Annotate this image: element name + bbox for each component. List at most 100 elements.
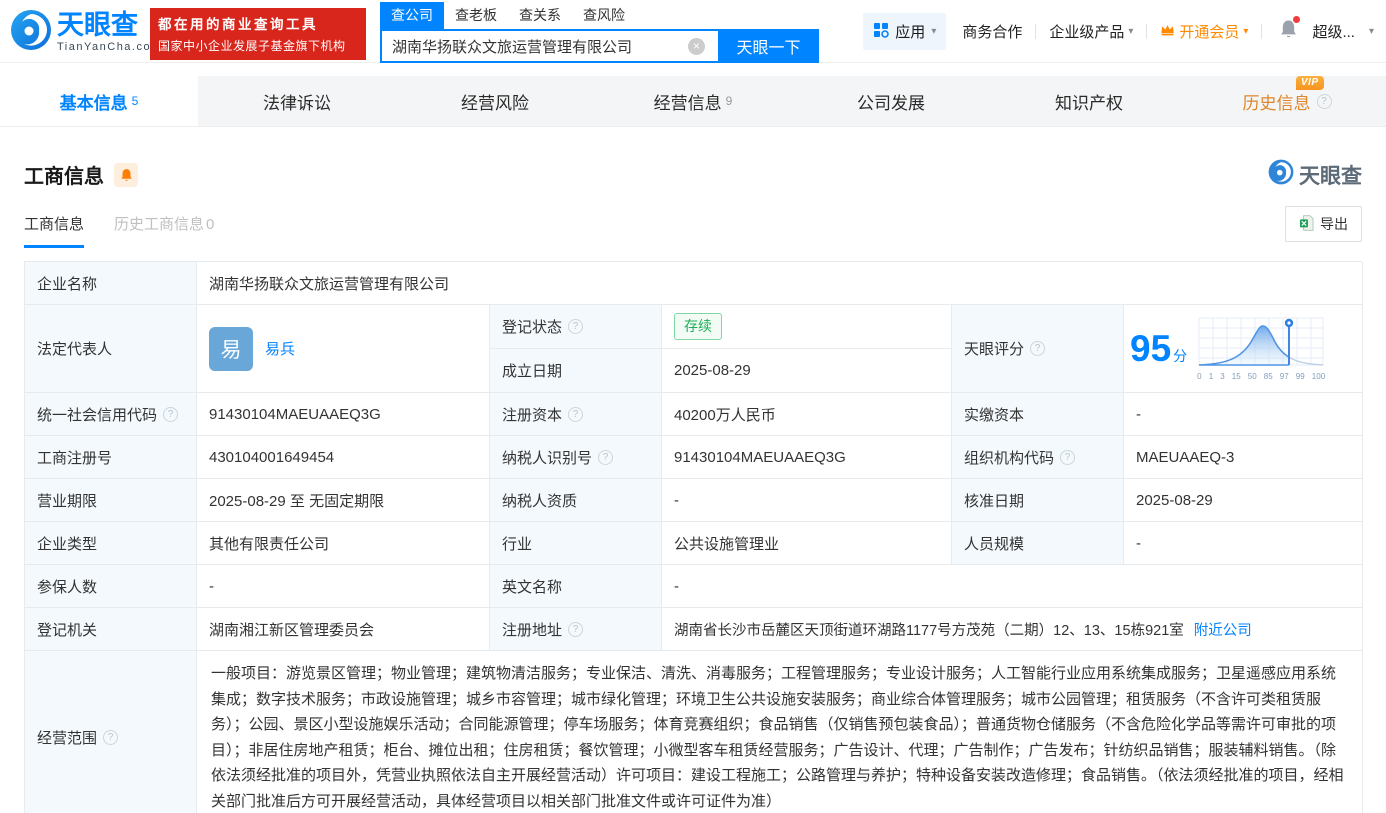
score-distribution-chart: 0 1 3 15 50 85 97 99 100 xyxy=(1197,316,1325,381)
chevron-down-icon: ▾ xyxy=(1368,26,1374,37)
excel-icon xyxy=(1299,214,1314,234)
notification-bell-icon[interactable] xyxy=(1279,16,1301,44)
top-header: 天眼查 TianYanCha.com 都在用的商业查询工具 国家中小企业发展子基… xyxy=(0,0,1386,63)
address-cell: 湖南省长沙市岳麓区天顶街道环湖路1177号方茂苑（二期）12、13、15栋921… xyxy=(662,608,1363,651)
field-label: 营业期限 xyxy=(25,479,197,522)
reg-number-value: 430104001649454 xyxy=(197,436,490,479)
registration-info-table: 企业名称 湖南华扬联众文旅运营管理有限公司 法定代表人 易 易兵 登记状态? 存… xyxy=(24,261,1363,813)
logo-domain: TianYanCha.com xyxy=(57,41,162,53)
field-label: 注册地址? xyxy=(490,608,662,651)
search-button[interactable]: 天眼一下 xyxy=(718,29,819,63)
status-badge: 存续 xyxy=(674,313,722,340)
tab-business-info[interactable]: 经营信息 9 xyxy=(594,76,792,126)
tab-intellectual-property[interactable]: 知识产权 xyxy=(990,76,1188,126)
field-label: 工商注册号 xyxy=(25,436,197,479)
legal-rep-cell: 易 易兵 xyxy=(197,305,490,393)
insured-value: - xyxy=(197,565,490,608)
crown-icon xyxy=(1160,23,1175,40)
tab-history-info[interactable]: 历史信息 VIP ? xyxy=(1188,75,1386,126)
paid-capital-value: - xyxy=(1124,393,1363,436)
brand-slogan: 都在用的商业查询工具 国家中小企业发展子基金旗下机构 xyxy=(150,8,366,60)
help-icon[interactable]: ? xyxy=(568,406,584,422)
menu-open-vip[interactable]: 开通会员 ▾ xyxy=(1160,21,1248,42)
help-icon[interactable]: ? xyxy=(568,621,584,637)
help-icon[interactable]: ? xyxy=(163,406,179,422)
export-button[interactable]: 导出 xyxy=(1285,206,1362,242)
vip-badge: VIP xyxy=(1295,75,1324,90)
search-tab-boss[interactable]: 查老板 xyxy=(444,2,508,29)
tab-company-development[interactable]: 公司发展 xyxy=(792,76,990,126)
help-icon[interactable]: ? xyxy=(103,730,119,745)
watermark-text: 天眼查 xyxy=(1299,164,1362,188)
nearby-companies-link[interactable]: 附近公司 xyxy=(1194,619,1252,640)
tab-count: 9 xyxy=(725,94,733,108)
org-code-value: MAEUAAEQ-3 xyxy=(1124,436,1363,479)
search-tab-risk[interactable]: 查风险 xyxy=(572,2,636,29)
score-value: 95 xyxy=(1130,328,1172,369)
tianyancha-logo[interactable]: 天眼查 TianYanCha.com xyxy=(10,9,162,56)
watermark-logo: 天眼查 xyxy=(1268,159,1362,190)
help-icon[interactable]: ? xyxy=(598,449,614,465)
menu-enterprise-products[interactable]: 企业级产品 ▾ xyxy=(1049,21,1133,42)
taxpayer-quality-value: - xyxy=(662,479,952,522)
field-label: 企业类型 xyxy=(25,522,197,565)
score-axis-ticks: 0 1 3 15 50 85 97 99 100 xyxy=(1197,372,1326,381)
company-name-value: 湖南华扬联众文旅运营管理有限公司 xyxy=(197,262,1363,305)
tab-basic-info[interactable]: 基本信息 5 xyxy=(0,76,198,126)
subscribe-bell-icon[interactable] xyxy=(114,162,138,187)
subtab-business-registration[interactable]: 工商信息 xyxy=(24,213,85,248)
clear-icon[interactable]: × xyxy=(688,38,705,55)
section-title: 工商信息 xyxy=(24,166,104,188)
menu-cooperation[interactable]: 商务合作 xyxy=(962,21,1022,42)
tianyancha-logo-icon xyxy=(10,9,52,56)
field-label: 天眼评分? xyxy=(952,305,1124,393)
business-term-value: 2025-08-29 至 无固定期限 xyxy=(197,479,490,522)
apps-label: 应用 xyxy=(895,24,926,41)
reg-authority-value: 湖南湘江新区管理委员会 xyxy=(197,608,490,651)
field-label: 企业名称 xyxy=(25,262,197,305)
search-tab-company[interactable]: 查公司 xyxy=(380,2,444,29)
chevron-down-icon: ▾ xyxy=(1128,26,1134,37)
field-label: 统一社会信用代码? xyxy=(25,393,197,436)
field-label: 纳税人识别号? xyxy=(490,436,662,479)
help-icon[interactable]: ? xyxy=(1316,93,1332,109)
chevron-down-icon: ▾ xyxy=(1243,26,1249,37)
search-input[interactable] xyxy=(380,29,718,63)
industry-value: 公共设施管理业 xyxy=(662,522,952,565)
help-icon[interactable]: ? xyxy=(1030,341,1046,356)
field-label: 登记机关 xyxy=(25,608,197,651)
field-label: 参保人数 xyxy=(25,565,197,608)
staff-size-value: - xyxy=(1124,522,1363,565)
help-icon[interactable]: ? xyxy=(1060,449,1076,465)
menu-user[interactable]: 超级... ▾ xyxy=(1312,21,1374,42)
score-cell: 95 分 0 1 3 15 50 85 97 99 100 xyxy=(1124,305,1363,393)
field-label: 实缴资本 xyxy=(952,393,1124,436)
help-icon[interactable]: ? xyxy=(568,319,584,334)
logo-title: 天眼查 xyxy=(57,10,138,40)
subtab-history-registration[interactable]: 历史工商信息 0 xyxy=(114,213,214,248)
legal-rep-avatar[interactable]: 易 xyxy=(209,326,253,371)
reg-status-cell: 存续 xyxy=(662,305,952,349)
watermark-logo-icon xyxy=(1268,159,1294,190)
header-menu: 应用 ▾ 商务合作 企业级产品 ▾ 开通会员 ▾ 超级... ▾ xyxy=(863,0,1374,63)
score-unit: 分 xyxy=(1173,347,1188,364)
address-value: 湖南省长沙市岳麓区天顶街道环湖路1177号方茂苑（二期）12、13、15栋921… xyxy=(674,622,1184,639)
slogan-line1: 都在用的商业查询工具 xyxy=(158,17,318,32)
reg-capital-value: 40200万人民币 xyxy=(662,393,952,436)
field-label: 核准日期 xyxy=(952,479,1124,522)
legal-rep-link[interactable]: 易兵 xyxy=(265,338,295,359)
field-label: 成立日期 xyxy=(490,349,662,393)
field-label: 法定代表人 xyxy=(25,305,197,393)
english-name-value: - xyxy=(662,565,1363,608)
tab-operating-risk[interactable]: 经营风险 xyxy=(396,76,594,126)
apps-menu[interactable]: 应用 ▾ xyxy=(863,13,947,50)
establish-date-value: 2025-08-29 xyxy=(662,349,952,393)
approval-date-value: 2025-08-29 xyxy=(1124,479,1363,522)
business-scope-value: 一般项目：游览景区管理；物业管理；建筑物清洁服务；专业保洁、清洗、消毒服务；工程… xyxy=(197,651,1363,813)
company-nav-tabs: 基本信息 5 法律诉讼 经营风险 经营信息 9 公司发展 知识产权 历史信息 V… xyxy=(0,75,1386,127)
tab-count: 5 xyxy=(131,94,139,108)
credit-code-value: 91430104MAEUAAEQ3G xyxy=(197,393,490,436)
search-tab-relation[interactable]: 查关系 xyxy=(508,2,572,29)
tab-legal-proceedings[interactable]: 法律诉讼 xyxy=(198,76,396,126)
field-label: 人员规模 xyxy=(952,522,1124,565)
